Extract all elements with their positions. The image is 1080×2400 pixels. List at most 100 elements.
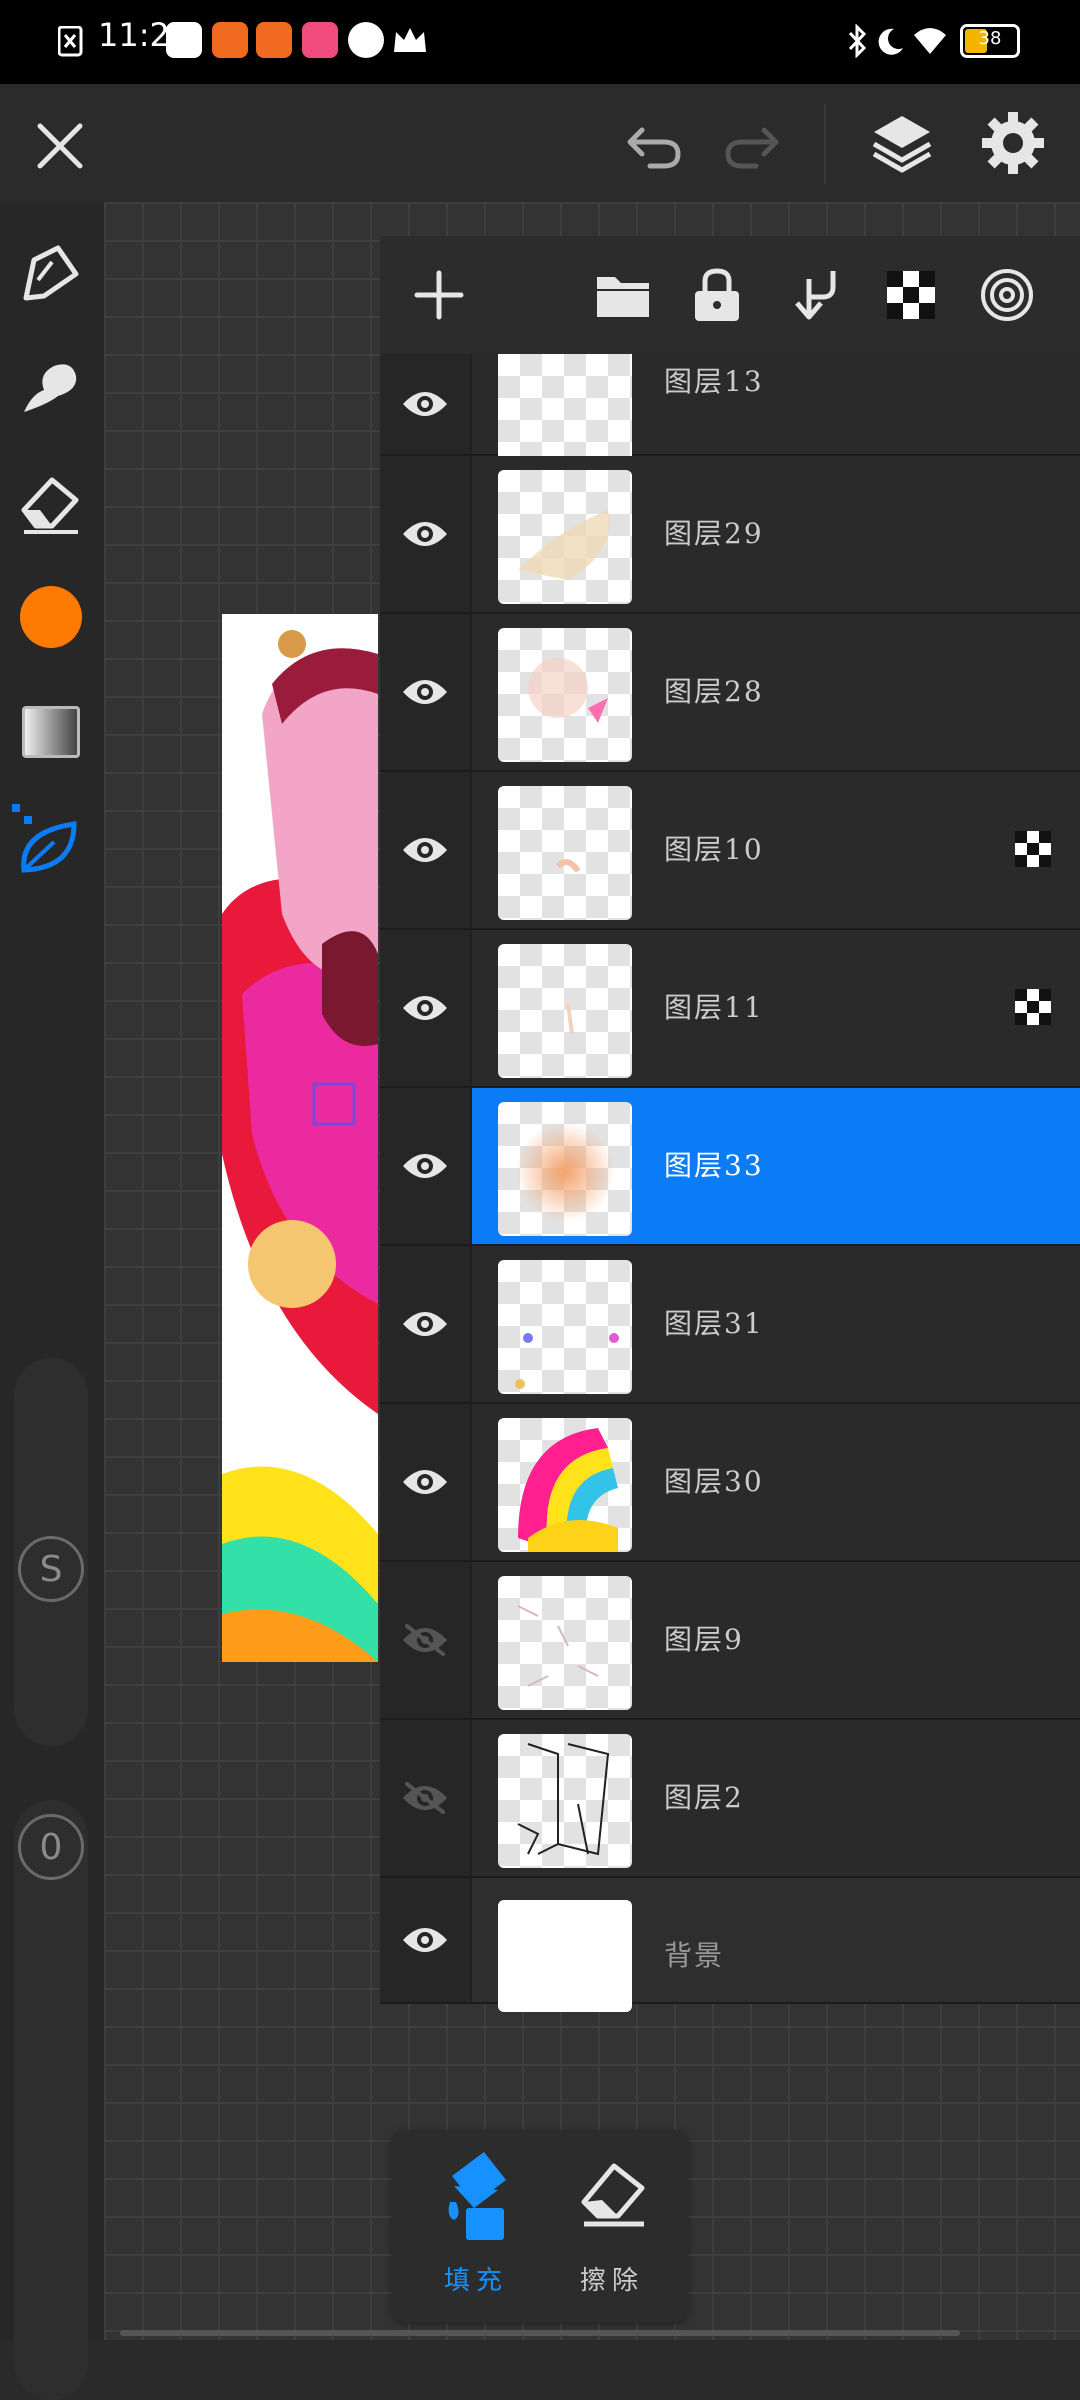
layer-visibility-toggle[interactable] bbox=[380, 930, 472, 1086]
layer-row[interactable]: 图层10 bbox=[380, 772, 1080, 930]
eye-icon bbox=[403, 1782, 447, 1814]
battery-level: 38 bbox=[978, 28, 1002, 49]
settings-button[interactable] bbox=[980, 110, 1046, 176]
eye-icon bbox=[403, 838, 447, 862]
eye-icon bbox=[403, 522, 447, 546]
crown-icon bbox=[394, 28, 426, 52]
close-notification-icon bbox=[58, 26, 83, 57]
layer-name: 图层10 bbox=[664, 833, 764, 866]
layer-row[interactable]: 图层33 bbox=[380, 1088, 1080, 1246]
target-button[interactable] bbox=[976, 264, 1038, 326]
smudge-icon bbox=[24, 364, 77, 412]
layer-visibility-toggle[interactable] bbox=[380, 1878, 472, 2002]
redo-button[interactable] bbox=[720, 118, 784, 174]
layer-name: 背景 bbox=[664, 1939, 725, 1972]
pen-tool-button[interactable] bbox=[18, 240, 84, 306]
color-swatch[interactable] bbox=[20, 586, 82, 648]
fill-erase-card: 填充 擦除 bbox=[392, 2130, 688, 2322]
layer-visibility-toggle[interactable] bbox=[380, 456, 472, 612]
layer-row[interactable]: 图层9 bbox=[380, 1562, 1080, 1720]
layer-thumbnail bbox=[498, 470, 632, 604]
layer-row[interactable]: 图层13 bbox=[380, 354, 1080, 466]
eye-icon bbox=[403, 1624, 447, 1656]
layer-thumbnail bbox=[498, 944, 632, 1078]
close-button[interactable] bbox=[30, 116, 90, 176]
orange-app-icon bbox=[212, 22, 248, 58]
layer-visibility-toggle[interactable] bbox=[380, 614, 472, 770]
add-icon bbox=[414, 270, 464, 320]
layers-panel: 图层13 图层29 图层28 图层10 图层11 图层33 图层31 图层30 图层9 图层2 背景 bbox=[380, 236, 1080, 2012]
fill-label: 填充 bbox=[443, 2266, 508, 2296]
layer-thumbnail bbox=[498, 786, 632, 920]
moon-icon bbox=[878, 28, 903, 55]
layer-row[interactable]: 图层28 bbox=[380, 614, 1080, 772]
layer-name: 图层30 bbox=[664, 1465, 764, 1498]
opacity-slider[interactable] bbox=[14, 1800, 88, 2400]
layer-name: 图层2 bbox=[664, 1781, 744, 1814]
layer-row[interactable]: 图层30 bbox=[380, 1404, 1080, 1562]
layer-thumbnail bbox=[498, 1900, 632, 2012]
layer-name: 图层11 bbox=[664, 991, 764, 1024]
target-icon bbox=[981, 269, 1033, 321]
merge-down-button[interactable] bbox=[786, 264, 848, 326]
eye-icon bbox=[403, 1928, 447, 1952]
layer-row[interactable]: 图层11 bbox=[380, 930, 1080, 1088]
layer-name: 图层29 bbox=[664, 517, 764, 550]
folder-button[interactable] bbox=[592, 264, 654, 326]
layer-visibility-toggle[interactable] bbox=[380, 1720, 472, 1876]
layer-row[interactable]: 背景 bbox=[380, 1878, 1080, 2012]
layer-thumbnail bbox=[498, 1418, 632, 1552]
reference-layer-icon[interactable] bbox=[1014, 988, 1052, 1026]
leaf-brush-button[interactable] bbox=[10, 802, 86, 878]
layers-toolbar bbox=[380, 236, 1080, 356]
settings-icon bbox=[982, 112, 1044, 174]
layer-row[interactable]: 图层2 bbox=[380, 1720, 1080, 1878]
layer-list: 图层13 图层29 图层28 图层10 图层11 图层33 图层31 图层30 图层9 图层2 背景 bbox=[380, 354, 1080, 2012]
checker-button[interactable] bbox=[880, 264, 942, 326]
artwork-preview bbox=[222, 614, 378, 1662]
toolbar-divider bbox=[824, 104, 826, 184]
bluetooth-icon bbox=[848, 24, 867, 58]
eye-icon bbox=[403, 392, 447, 416]
fill-button[interactable]: 填充 bbox=[416, 2146, 536, 2306]
layer-visibility-toggle[interactable] bbox=[380, 1246, 472, 1402]
layer-name: 图层13 bbox=[664, 365, 764, 398]
eraser-icon bbox=[581, 2163, 645, 2227]
undo-button[interactable] bbox=[622, 118, 686, 174]
gradient-tool-button[interactable] bbox=[22, 706, 80, 758]
erase-label: 擦除 bbox=[579, 2266, 644, 2296]
eye-icon bbox=[403, 996, 447, 1020]
layer-visibility-toggle[interactable] bbox=[380, 1562, 472, 1718]
smudge-tool-button[interactable] bbox=[18, 354, 84, 420]
layer-visibility-toggle[interactable] bbox=[380, 1404, 472, 1560]
layer-visibility-toggle[interactable] bbox=[380, 1088, 472, 1244]
lock-button[interactable] bbox=[686, 264, 748, 326]
erase-button[interactable]: 擦除 bbox=[552, 2146, 672, 2306]
layers-button[interactable] bbox=[868, 110, 936, 178]
layer-thumbnail bbox=[498, 1102, 632, 1236]
folder-icon bbox=[597, 277, 649, 317]
layer-row[interactable]: 图层29 bbox=[380, 456, 1080, 614]
brush-size-knob[interactable]: S bbox=[18, 1536, 84, 1602]
reference-layer-icon[interactable] bbox=[1014, 830, 1052, 868]
layer-name: 图层31 bbox=[664, 1307, 764, 1340]
layer-name: 图层33 bbox=[664, 1149, 764, 1182]
eraser-tool-button[interactable] bbox=[18, 470, 84, 536]
layer-visibility-toggle[interactable] bbox=[380, 354, 472, 454]
scissors-app-icon bbox=[166, 22, 202, 58]
layer-name: 图层28 bbox=[664, 675, 764, 708]
layer-row[interactable]: 图层31 bbox=[380, 1246, 1080, 1404]
opacity-knob[interactable]: 0 bbox=[18, 1814, 84, 1880]
layer-thumbnail bbox=[498, 1260, 632, 1394]
eye-icon bbox=[403, 1154, 447, 1178]
home-indicator bbox=[120, 2330, 960, 2336]
battery-icon: 38 bbox=[960, 24, 1020, 58]
eye-icon bbox=[403, 1470, 447, 1494]
add-layer-button[interactable] bbox=[408, 264, 470, 326]
layer-visibility-toggle[interactable] bbox=[380, 772, 472, 928]
top-bar bbox=[0, 84, 1080, 202]
undo-icon bbox=[627, 127, 681, 169]
layer-thumbnail bbox=[498, 628, 632, 762]
leaf-brush-icon bbox=[12, 804, 77, 873]
close-icon bbox=[37, 123, 83, 169]
